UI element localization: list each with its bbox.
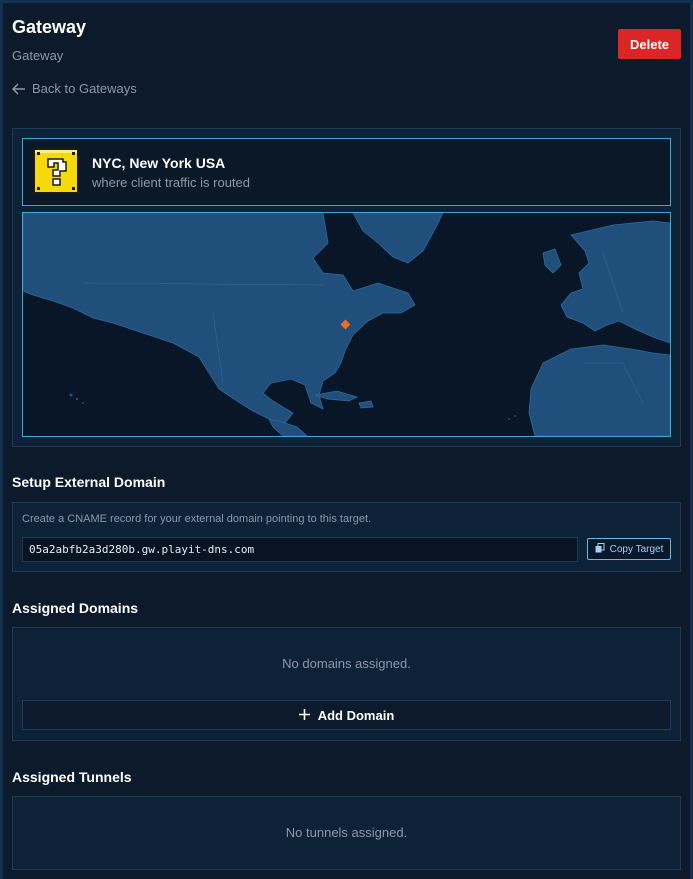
question-block-icon — [33, 148, 79, 194]
cname-hint: Create a CNAME record for your external … — [22, 513, 372, 525]
location-name: NYC, New York USA — [92, 155, 226, 171]
back-link-label: Back to Gateways — [32, 81, 137, 96]
page-subtitle: Gateway — [12, 48, 64, 63]
back-to-gateways-link[interactable]: Back to Gateways — [12, 81, 137, 96]
page-title: Gateway — [12, 17, 87, 37]
delete-button[interactable]: Delete — [618, 29, 681, 59]
plus-icon — [298, 708, 310, 723]
location-description: where client traffic is routed — [92, 175, 250, 190]
location-card: NYC, New York USA where client traffic i… — [22, 138, 671, 206]
add-domain-label: Add Domain — [317, 707, 395, 723]
assigned-domains-title: Assigned Domains — [12, 600, 139, 616]
world-map — [22, 212, 671, 437]
arrow-left-icon — [12, 82, 26, 95]
copy-target-button[interactable]: Copy Target — [587, 538, 671, 560]
domains-empty-text: No domains assigned. — [282, 656, 411, 671]
copy-target-label: Copy Target — [609, 543, 664, 555]
tunnels-empty-text: No tunnels assigned. — [285, 825, 408, 840]
assigned-tunnels-title: Assigned Tunnels — [12, 769, 132, 785]
copy-icon — [595, 542, 605, 556]
add-domain-button[interactable]: Add Domain — [22, 700, 671, 730]
cname-target-field[interactable]: 05a2abfb2a3d280b.gw.playit-dns.com — [22, 537, 578, 562]
setup-external-domain-title: Setup External Domain — [12, 474, 166, 490]
